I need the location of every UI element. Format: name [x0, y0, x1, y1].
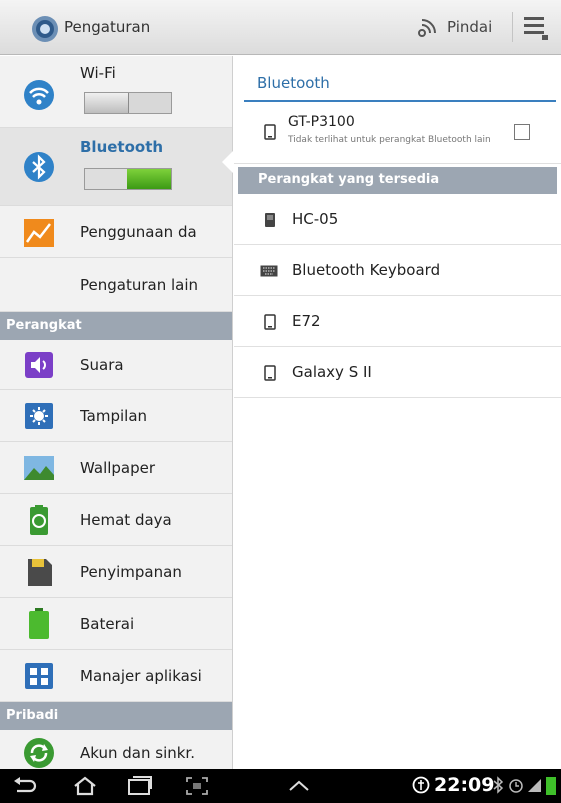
- wallpaper-icon: [24, 456, 54, 480]
- scan-icon: [418, 19, 436, 37]
- status-clock: 22:09: [434, 774, 495, 796]
- action-bar: Pengaturan Pindai: [0, 0, 561, 55]
- sidebar-item-label: Pengaturan lain: [80, 276, 199, 294]
- toggle-knob: [127, 169, 171, 189]
- visibility-checkbox[interactable]: [514, 124, 530, 140]
- tablet-icon: [264, 124, 276, 140]
- app-manager-icon: [25, 663, 53, 689]
- section-header-available-devices: Perangkat yang tersedia: [238, 167, 557, 194]
- device-name: E72: [292, 312, 321, 330]
- sidebar-item-app-manager[interactable]: Manajer aplikasi: [0, 650, 232, 702]
- panel-title: Bluetooth: [257, 74, 330, 92]
- sidebar-item-storage[interactable]: Penyimpanan: [0, 546, 232, 598]
- alarm-icon: [509, 779, 523, 793]
- storage-icon: [28, 559, 52, 586]
- sidebar-item-label: Baterai: [80, 615, 135, 633]
- section-header-personal: Pribadi: [0, 702, 232, 730]
- back-icon[interactable]: [12, 775, 38, 797]
- chevron-up-icon[interactable]: [286, 775, 312, 797]
- wifi-icon: [24, 80, 54, 110]
- sidebar-item-wifi[interactable]: Wi-Fi: [0, 56, 232, 128]
- sidebar-item-data-usage[interactable]: Penggunaan da: [0, 206, 232, 258]
- sidebar-item-accounts-sync[interactable]: Akun dan sinkr.: [0, 730, 232, 769]
- sync-icon: [24, 738, 54, 768]
- screenshot-icon[interactable]: [184, 775, 210, 797]
- sidebar-item-bluetooth[interactable]: Bluetooth: [0, 128, 232, 206]
- scan-button[interactable]: Pindai: [415, 8, 510, 46]
- sidebar-item-label: Penyimpanan: [80, 563, 182, 581]
- battery-status-icon: [546, 777, 556, 795]
- divider: [512, 12, 513, 42]
- sidebar-item-label: Hemat daya: [80, 511, 172, 529]
- settings-list: Wi-Fi Bluetooth Penggunaan da Pengaturan…: [0, 56, 233, 769]
- battery-icon: [29, 608, 49, 639]
- recent-apps-icon[interactable]: [126, 775, 152, 797]
- own-device-row[interactable]: GT-P3100 Tidak terlihat untuk perangkat …: [234, 104, 561, 164]
- signal-icon: [528, 779, 541, 792]
- scan-label: Pindai: [447, 18, 493, 36]
- data-usage-icon: [24, 219, 54, 247]
- device-name: Bluetooth Keyboard: [292, 261, 441, 279]
- device-row-e72[interactable]: E72: [234, 296, 561, 347]
- toggle-track: [85, 169, 127, 189]
- sidebar-item-label: Akun dan sinkr.: [80, 744, 195, 762]
- power-saving-icon: [30, 505, 48, 535]
- device-row-hc05[interactable]: HC-05: [234, 194, 561, 245]
- own-device-name: GT-P3100: [288, 114, 355, 130]
- sidebar-item-wallpaper[interactable]: Wallpaper: [0, 442, 232, 494]
- wifi-toggle[interactable]: [84, 92, 172, 114]
- own-device-visibility: Tidak terlihat untuk perangkat Bluetooth…: [288, 135, 491, 145]
- phone-icon: [264, 314, 276, 330]
- sidebar-item-power-saving[interactable]: Hemat daya: [0, 494, 232, 546]
- selection-pointer: [222, 150, 234, 174]
- overflow-menu-button[interactable]: [522, 15, 552, 41]
- device-row-bluetooth-keyboard[interactable]: Bluetooth Keyboard: [234, 245, 561, 296]
- sidebar-item-label: Wallpaper: [80, 459, 156, 477]
- bluetooth-icon: [24, 152, 54, 182]
- sidebar-item-label: Penggunaan da: [80, 223, 197, 241]
- bluetooth-toggle[interactable]: [84, 168, 172, 190]
- sidebar-item-display[interactable]: Tampilan: [0, 390, 232, 442]
- sidebar-item-battery[interactable]: Baterai: [0, 598, 232, 650]
- phone-icon: [264, 365, 276, 381]
- device-icon: [265, 213, 275, 227]
- display-icon: [25, 403, 53, 429]
- device-name: HC-05: [292, 210, 339, 228]
- page-title: Pengaturan: [64, 18, 151, 36]
- keyboard-icon: [260, 265, 278, 277]
- device-name: Galaxy S II: [292, 363, 372, 381]
- sidebar-item-label: Manajer aplikasi: [80, 667, 202, 685]
- title-underline: [244, 100, 556, 102]
- sidebar-item-label: Bluetooth: [80, 138, 164, 156]
- sidebar-item-label: Wi-Fi: [80, 64, 116, 82]
- sidebar-item-label: Suara: [80, 356, 124, 374]
- section-header-device: Perangkat: [0, 312, 232, 340]
- bluetooth-panel: Bluetooth GT-P3100 Tidak terlihat untuk …: [234, 56, 561, 769]
- sidebar-item-sound[interactable]: Suara: [0, 340, 232, 390]
- sidebar-item-label: Tampilan: [80, 407, 148, 425]
- data-saver-icon: [412, 776, 430, 794]
- sound-icon: [25, 352, 53, 378]
- bluetooth-status-icon: [493, 776, 504, 794]
- toggle-knob: [85, 93, 129, 113]
- home-icon[interactable]: [72, 775, 98, 797]
- sidebar-item-more-settings[interactable]: Pengaturan lain: [0, 258, 232, 312]
- system-navigation-bar: 22:09: [0, 769, 561, 803]
- device-row-galaxy-s2[interactable]: Galaxy S II: [234, 347, 561, 398]
- settings-gear-icon[interactable]: [30, 14, 60, 44]
